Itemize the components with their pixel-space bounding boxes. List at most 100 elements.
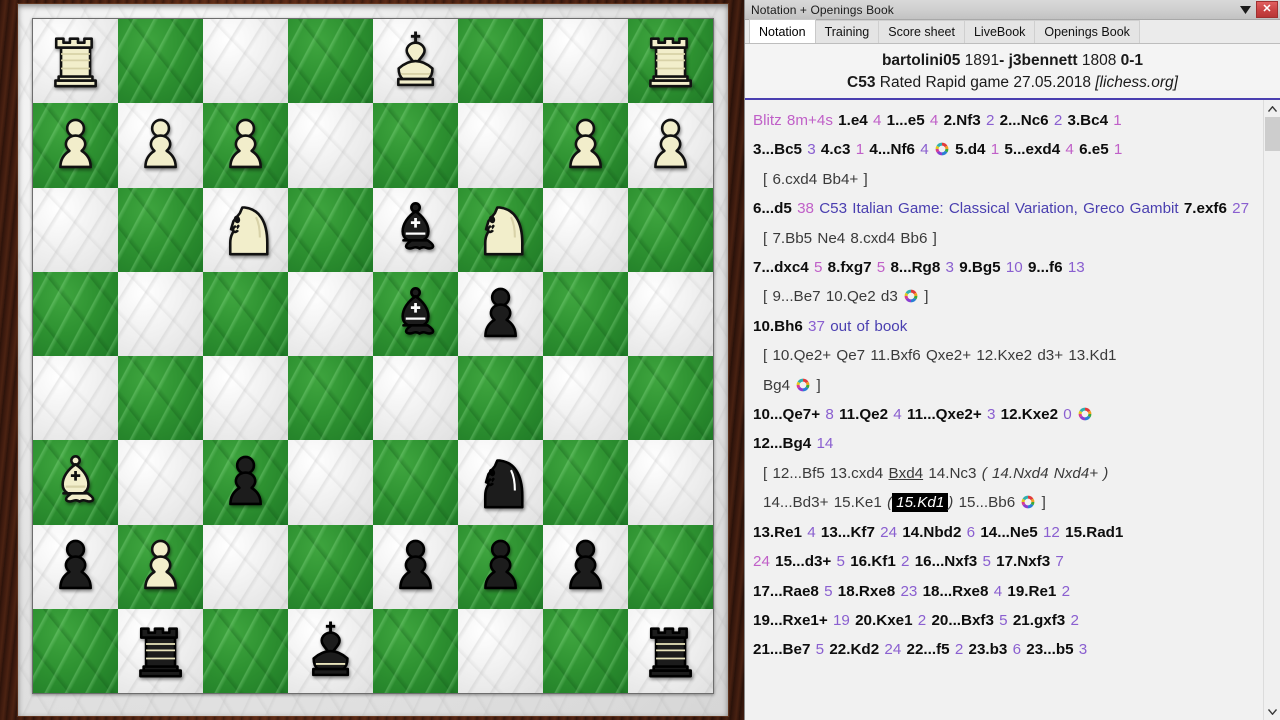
- square-g3[interactable]: [543, 440, 628, 525]
- white-knight-piece[interactable]: [203, 188, 288, 272]
- move[interactable]: 15...d3+: [775, 553, 831, 570]
- move[interactable]: 21.gxf3: [1013, 612, 1065, 629]
- chevron-down-icon[interactable]: [1263, 703, 1280, 720]
- move[interactable]: 4...Nf6: [869, 141, 915, 158]
- variation-move[interactable]: 14.Nc3: [928, 465, 976, 482]
- square-h3[interactable]: [628, 440, 713, 525]
- square-e3[interactable]: [373, 440, 458, 525]
- white-pawn-piece[interactable]: [628, 103, 713, 187]
- white-bishop-piece[interactable]: [33, 440, 118, 524]
- move[interactable]: 17.Nxf3: [996, 553, 1050, 570]
- black-bishop-piece[interactable]: [373, 188, 458, 272]
- variation-move[interactable]: 10.Qe2+: [772, 347, 831, 364]
- chevron-down-icon[interactable]: [1234, 1, 1256, 19]
- move[interactable]: 10...Qe7+: [753, 406, 820, 423]
- move[interactable]: 9.Bg5: [959, 259, 1000, 276]
- move[interactable]: 9...f6: [1028, 259, 1063, 276]
- scrollbar-track[interactable]: [1263, 117, 1280, 703]
- move[interactable]: 12.Kxe2: [1001, 406, 1058, 423]
- white-pawn-piece[interactable]: [118, 525, 203, 609]
- chevron-up-icon[interactable]: [1263, 100, 1280, 117]
- variation-move[interactable]: d3: [881, 288, 898, 305]
- move[interactable]: 22.Kd2: [829, 641, 879, 658]
- move[interactable]: 11...Qxe2+: [907, 406, 982, 423]
- square-a5[interactable]: [33, 271, 118, 357]
- white-knight-piece[interactable]: [458, 188, 543, 272]
- move[interactable]: 23...b5: [1026, 641, 1073, 658]
- tab-livebook[interactable]: LiveBook: [963, 20, 1036, 43]
- black-pawn-piece[interactable]: [458, 272, 543, 356]
- square-f2[interactable]: [458, 524, 543, 610]
- move[interactable]: 14.Nbd2: [902, 524, 961, 541]
- move[interactable]: 12...Bg4: [753, 435, 811, 452]
- square-g4[interactable]: [543, 356, 628, 441]
- square-d2[interactable]: [288, 524, 373, 610]
- variation-line[interactable]: [ 6.cxd4 Bb4+ ]: [753, 171, 868, 188]
- variation-move[interactable]: 14...Bd3+: [763, 494, 828, 511]
- variation-move[interactable]: Qxe2+: [926, 347, 971, 364]
- move[interactable]: 20...Bxf3: [931, 612, 993, 629]
- square-f6[interactable]: [458, 187, 543, 273]
- black-pawn-piece[interactable]: [33, 525, 118, 609]
- square-f7[interactable]: [458, 103, 543, 188]
- variation-line[interactable]: [ 7.Bb5 Ne4 8.cxd4 Bb6 ]: [753, 230, 937, 247]
- black-pawn-piece[interactable]: [373, 525, 458, 609]
- variation-move[interactable]: Bg4: [763, 377, 790, 394]
- variation-move[interactable]: 13.Kd1: [1068, 347, 1116, 364]
- notation-scrollbar[interactable]: [1263, 100, 1280, 720]
- move[interactable]: 13...Kf7: [821, 524, 875, 541]
- variation-move[interactable]: 10.Qe2: [826, 288, 876, 305]
- square-d7[interactable]: [288, 103, 373, 188]
- move[interactable]: 20.Kxe1: [855, 612, 912, 629]
- square-d1[interactable]: [288, 608, 373, 694]
- square-c5[interactable]: [203, 271, 288, 357]
- variation-move[interactable]: 12...Bf5: [772, 465, 824, 482]
- black-pawn-piece[interactable]: [203, 440, 288, 524]
- square-h5[interactable]: [628, 271, 713, 357]
- white-pawn-piece[interactable]: [33, 103, 118, 187]
- white-pawn-piece[interactable]: [118, 103, 203, 187]
- square-h4[interactable]: [628, 356, 713, 441]
- square-e7[interactable]: [373, 103, 458, 188]
- square-f8[interactable]: [458, 19, 543, 104]
- square-c4[interactable]: [203, 356, 288, 441]
- move-list[interactable]: Blitz 8m+4s 1.e4 4 1...e5 4 2.Nf3 2 2...…: [745, 100, 1263, 720]
- square-b1[interactable]: [118, 608, 203, 694]
- variation-move[interactable]: d3+: [1037, 347, 1063, 364]
- white-pawn-piece[interactable]: [203, 103, 288, 187]
- square-f3[interactable]: [458, 440, 543, 525]
- move[interactable]: 23.b3: [969, 641, 1008, 658]
- highlighted-move[interactable]: 15.Kd1: [892, 493, 949, 513]
- move[interactable]: 18.Rxe8: [838, 583, 895, 600]
- square-a4[interactable]: [33, 356, 118, 441]
- square-e4[interactable]: [373, 356, 458, 441]
- variation-move[interactable]: Bxd4: [888, 465, 923, 482]
- square-b6[interactable]: [118, 187, 203, 273]
- move[interactable]: 5.d4: [955, 141, 985, 158]
- white-rook-piece[interactable]: [33, 19, 118, 103]
- variation-move[interactable]: 15.Ke1: [834, 494, 882, 511]
- move[interactable]: 3...Bc5: [753, 141, 802, 158]
- move[interactable]: 7...dxc4: [753, 259, 809, 276]
- square-f5[interactable]: [458, 271, 543, 357]
- variation-move[interactable]: 13.cxd4: [830, 465, 883, 482]
- square-h6[interactable]: [628, 187, 713, 273]
- move[interactable]: 2...Nc6: [1000, 112, 1049, 129]
- black-king-piece[interactable]: [288, 609, 373, 693]
- move[interactable]: 4.c3: [821, 141, 851, 158]
- square-g8[interactable]: [543, 19, 628, 104]
- square-b7[interactable]: [118, 103, 203, 188]
- move[interactable]: 16...Nxf3: [915, 553, 977, 570]
- square-e6[interactable]: [373, 187, 458, 273]
- move[interactable]: 14...Ne5: [980, 524, 1037, 541]
- tab-score-sheet[interactable]: Score sheet: [878, 20, 965, 43]
- move[interactable]: 18...Rxe8: [923, 583, 989, 600]
- sub-variation[interactable]: ( 14.Nxd4 Nxd4+ ): [982, 465, 1109, 482]
- move[interactable]: 15.Rad1: [1065, 524, 1123, 541]
- black-bishop-piece[interactable]: [373, 272, 458, 356]
- scrollbar-thumb[interactable]: [1264, 117, 1280, 151]
- square-a6[interactable]: [33, 187, 118, 273]
- lets-check-icon[interactable]: [1078, 407, 1092, 421]
- square-c3[interactable]: [203, 440, 288, 525]
- sub-variation[interactable]: (15.Kd1): [887, 493, 953, 513]
